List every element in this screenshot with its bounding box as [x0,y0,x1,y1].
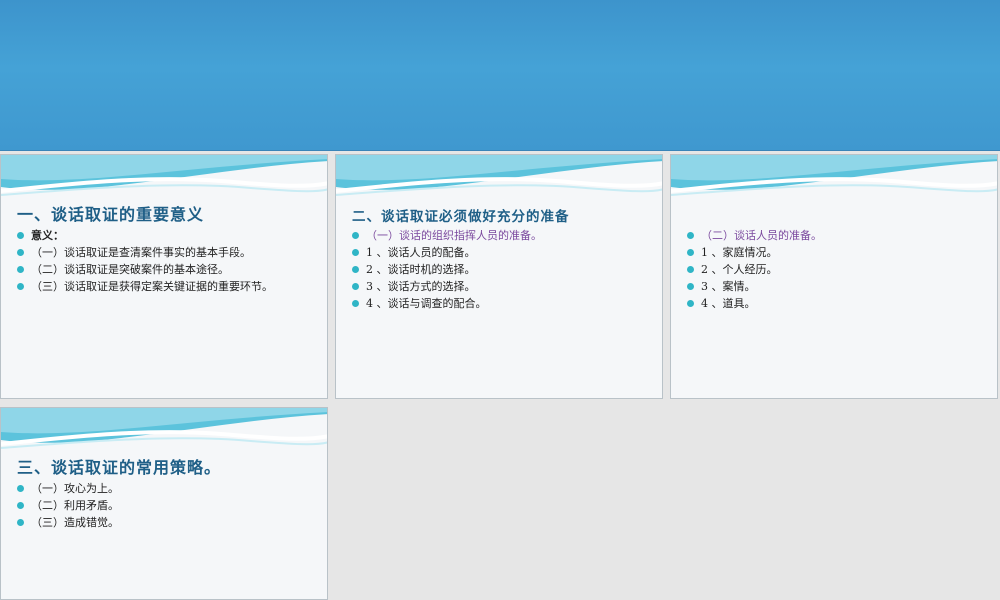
wave-decoration [1,155,327,196]
bullet-list: 意义： （一）谈话取证是查清案件事实的基本手段。 （二）谈话取证是突破案件的基本… [17,227,273,295]
bullet-list: （一）谈话的组织指挥人员的准备。 1 、谈话人员的配备。 2 、谈话时机的选择。… [352,227,542,312]
list-item: （一）谈话取证是查清案件事实的基本手段。 [17,244,273,261]
wave-decoration [1,408,327,449]
bullet-icon [352,300,359,307]
list-item: （一）谈话的组织指挥人员的准备。 [352,227,542,244]
slide-thumbnail-1[interactable]: 一、谈话取证的重要意义 意义： （一）谈话取证是查清案件事实的基本手段。 （二）… [0,154,328,399]
list-item: 2 、个人经历。 [687,261,822,278]
slide-thumbnail-2[interactable]: 二、谈话取证必须做好充分的准备 （一）谈话的组织指挥人员的准备。 1 、谈话人员… [335,154,663,399]
bullet-icon [17,266,24,273]
slide-title: 一、谈话取证的重要意义 [17,205,205,224]
list-item: （三）造成错觉。 [17,514,119,531]
bullet-icon [687,249,694,256]
bullet-icon [687,283,694,290]
bullet-icon [17,502,24,509]
wave-decoration [336,155,662,196]
bullet-icon [17,519,24,526]
bullet-icon [687,266,694,273]
bullet-icon [352,232,359,239]
bullet-icon [17,249,24,256]
list-item: （二）利用矛盾。 [17,497,119,514]
bullet-icon [17,283,24,290]
list-item: 3 、案情。 [687,278,822,295]
list-item: 1 、谈话人员的配备。 [352,244,542,261]
bullet-icon [352,283,359,290]
bullet-icon [352,266,359,273]
slide-title: 二、谈话取证必须做好充分的准备 [352,209,570,225]
wave-decoration [671,155,997,196]
list-item: （三）谈话取证是获得定案关键证据的重要环节。 [17,278,273,295]
bullet-icon [687,300,694,307]
bullet-icon [17,485,24,492]
bullet-list: （一）攻心为上。 （二）利用矛盾。 （三）造成错觉。 [17,480,119,531]
slide-thumbnail-3[interactable]: （二）谈话人员的准备。 1 、家庭情况。 2 、个人经历。 3 、案情。 4 、… [670,154,998,399]
bullet-icon [352,249,359,256]
list-item: 1 、家庭情况。 [687,244,822,261]
slide-thumbnail-4[interactable]: 三、谈话取证的常用策略。 （一）攻心为上。 （二）利用矛盾。 （三）造成错觉。 [0,407,328,600]
list-item: 2 、谈话时机的选择。 [352,261,542,278]
bullet-icon [687,232,694,239]
list-item: 4 、谈话与调查的配合。 [352,295,542,312]
list-item: （一）攻心为上。 [17,480,119,497]
bullet-icon [17,232,24,239]
bullet-list: （二）谈话人员的准备。 1 、家庭情况。 2 、个人经历。 3 、案情。 4 、… [687,227,822,312]
list-item: （二）谈话取证是突破案件的基本途径。 [17,261,273,278]
list-item: 4 、道具。 [687,295,822,312]
list-item: （二）谈话人员的准备。 [687,227,822,244]
top-banner [0,0,1000,151]
slide-title: 三、谈话取证的常用策略。 [17,458,222,477]
list-item: 意义： [17,227,273,244]
list-item: 3 、谈话方式的选择。 [352,278,542,295]
